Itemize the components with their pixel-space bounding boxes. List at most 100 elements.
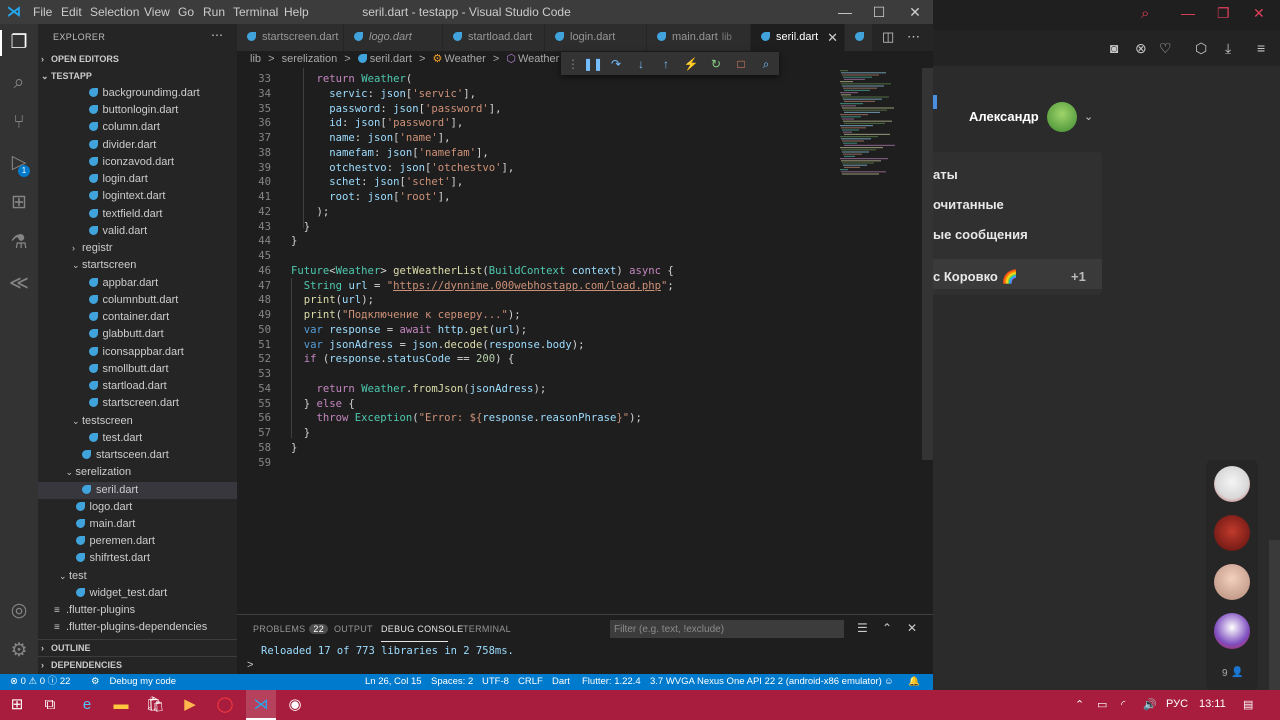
- tree-file[interactable]: divider.dart: [38, 137, 237, 154]
- tree-file[interactable]: glabbutt.dart: [38, 326, 237, 343]
- minimap[interactable]: [838, 68, 922, 178]
- tree-file[interactable]: column.dart: [38, 119, 237, 136]
- tree-file[interactable]: seril.dart: [38, 481, 237, 499]
- close-icon[interactable]: ✕: [898, 2, 932, 22]
- store-icon[interactable]: 🛍: [145, 695, 165, 715]
- tab-logo[interactable]: logo.dart: [344, 24, 443, 51]
- search-icon[interactable]: ⌕: [1141, 6, 1149, 22]
- menu-view[interactable]: View: [144, 5, 170, 19]
- tree-folder[interactable]: ⌄ testscreen: [38, 413, 237, 430]
- extensions-icon[interactable]: ⊞: [7, 191, 31, 215]
- menu-item-chats[interactable]: аты: [933, 167, 958, 182]
- breadcrumb-item[interactable]: Weather: [444, 53, 485, 65]
- wifi-icon[interactable]: ◜: [1121, 698, 1125, 711]
- notifications-icon[interactable]: ▤: [1243, 698, 1253, 711]
- tree-file[interactable]: backgroundimg.dart: [38, 85, 237, 102]
- hot-reload-icon[interactable]: ⚡: [683, 56, 699, 72]
- menu-edit[interactable]: Edit: [61, 5, 82, 19]
- step-into-icon[interactable]: ↓: [633, 56, 649, 72]
- page-scrollbar[interactable]: [1269, 540, 1280, 690]
- chevron-up-icon[interactable]: ⌃: [882, 621, 892, 635]
- more-actions-icon[interactable]: ⋯: [907, 29, 920, 45]
- restart-icon[interactable]: ↻: [708, 56, 724, 72]
- vscode-icon[interactable]: ⋊: [251, 695, 271, 715]
- opera-icon[interactable]: ◯: [215, 695, 235, 715]
- volume-icon[interactable]: 🔊: [1143, 698, 1157, 711]
- cube-icon[interactable]: ⬡: [1195, 40, 1207, 56]
- flutter-version[interactable]: Flutter: 1.22.4: [582, 674, 641, 690]
- menu-selection[interactable]: Selection: [90, 5, 139, 19]
- line-ending[interactable]: CRLF: [518, 674, 543, 690]
- feedback-icon[interactable]: ☺: [884, 674, 894, 690]
- tab-debug-console[interactable]: DEBUG CONSOLE: [381, 624, 463, 634]
- tab-main[interactable]: main.dart lib: [647, 24, 751, 51]
- tree-file[interactable]: columnbutt.dart: [38, 292, 237, 309]
- encoding[interactable]: UTF-8: [482, 674, 509, 690]
- source-control-icon[interactable]: ⑂: [7, 111, 31, 135]
- tree-folder[interactable]: ⌄ startscreen: [38, 257, 237, 274]
- tree-file[interactable]: iconzavod.dart: [38, 154, 237, 171]
- outline-section[interactable]: › OUTLINE: [38, 639, 237, 656]
- debug-status[interactable]: ⚙ Debug my code: [91, 674, 176, 690]
- keyboard-language[interactable]: РУС: [1166, 698, 1188, 710]
- project-section[interactable]: ⌄ TESTAPP: [38, 68, 237, 85]
- code-editor[interactable]: 33 return Weather(34 servic: json['servi…: [237, 68, 933, 614]
- console-prompt[interactable]: >: [247, 659, 253, 671]
- device-selector[interactable]: 3.7 WVGA Nexus One API 22 2 (android-x86…: [650, 674, 882, 690]
- more-actions-icon[interactable]: ⋯: [211, 28, 223, 42]
- user-avatar[interactable]: [1047, 102, 1077, 132]
- breadcrumb-item[interactable]: lib: [250, 53, 261, 65]
- menu-item-contact[interactable]: с Коровко 🌈: [933, 269, 1018, 285]
- pause-icon[interactable]: ❚❚: [583, 56, 603, 72]
- dependencies-section[interactable]: › DEPENDENCIES: [38, 656, 237, 673]
- indentation[interactable]: Spaces: 2: [431, 674, 473, 690]
- tab-overflow[interactable]: [845, 24, 873, 51]
- contact-avatar[interactable]: [1214, 466, 1250, 502]
- block-icon[interactable]: ⊗: [1135, 40, 1147, 56]
- tree-file[interactable]: appbar.dart: [38, 275, 237, 292]
- breadcrumb-item[interactable]: seril.dart: [370, 53, 412, 65]
- clock[interactable]: 13:11: [1199, 698, 1226, 710]
- tree-file[interactable]: logo.dart: [38, 499, 237, 516]
- testing-icon[interactable]: ⚗: [7, 231, 31, 255]
- tab-problems[interactable]: PROBLEMS 22: [253, 624, 329, 634]
- close-icon[interactable]: ✕: [827, 24, 838, 51]
- tree-file[interactable]: shifrtest.dart: [38, 550, 237, 567]
- tree-file[interactable]: textfield.dart: [38, 206, 237, 223]
- tree-file[interactable]: valid.dart: [38, 223, 237, 240]
- filter-input[interactable]: [610, 620, 844, 638]
- edge-icon[interactable]: e: [77, 695, 97, 715]
- contact-avatar[interactable]: [1214, 613, 1250, 649]
- chevron-down-icon[interactable]: ⌄: [1084, 109, 1093, 125]
- download-icon[interactable]: ⤓: [1225, 40, 1231, 56]
- flutter-icon[interactable]: ≪: [7, 272, 31, 296]
- menu-help[interactable]: Help: [284, 5, 309, 19]
- tree-file[interactable]: startsceen.dart: [38, 447, 237, 464]
- editor-scrollbar[interactable]: [922, 68, 933, 460]
- tree-file[interactable]: buttonlogin.dart: [38, 102, 237, 119]
- breadcrumb-item[interactable]: serelization: [282, 53, 338, 65]
- menu-terminal[interactable]: Terminal: [233, 5, 278, 19]
- tree-file[interactable]: main.dart: [38, 516, 237, 533]
- camera-icon[interactable]: ◙: [1110, 40, 1118, 56]
- file-explorer-icon[interactable]: ▬: [111, 695, 131, 715]
- tree-file[interactable]: iconsappbar.dart: [38, 344, 237, 361]
- problems-status[interactable]: ⊗ 0 ⚠ 0 ⓘ 22: [10, 674, 70, 690]
- tree-file[interactable]: peremen.dart: [38, 533, 237, 550]
- tree-file[interactable]: test.dart: [38, 430, 237, 447]
- tree-file[interactable]: logintext.dart: [38, 188, 237, 205]
- task-view-icon[interactable]: ⧉: [40, 695, 60, 715]
- tree-file[interactable]: ≡ .flutter-plugins-dependencies: [38, 619, 237, 636]
- step-over-icon[interactable]: ↷: [608, 56, 624, 72]
- menu-item-unread[interactable]: очитанные: [933, 197, 1004, 212]
- open-editors-section[interactable]: › OPEN EDITORS: [38, 51, 237, 68]
- tab-startscreen[interactable]: startscreen.dart: [237, 24, 344, 51]
- breadcrumb-item[interactable]: Weather: [518, 53, 559, 65]
- explorer-icon[interactable]: ❐: [7, 31, 31, 55]
- contact-avatar[interactable]: [1214, 515, 1250, 551]
- split-editor-icon[interactable]: ◫: [882, 29, 894, 45]
- tree-folder[interactable]: ⌄ test: [38, 568, 237, 585]
- search-icon[interactable]: ⌕: [7, 71, 31, 95]
- media-player-icon[interactable]: ▶: [180, 695, 200, 715]
- tree-file[interactable]: container.dart: [38, 309, 237, 326]
